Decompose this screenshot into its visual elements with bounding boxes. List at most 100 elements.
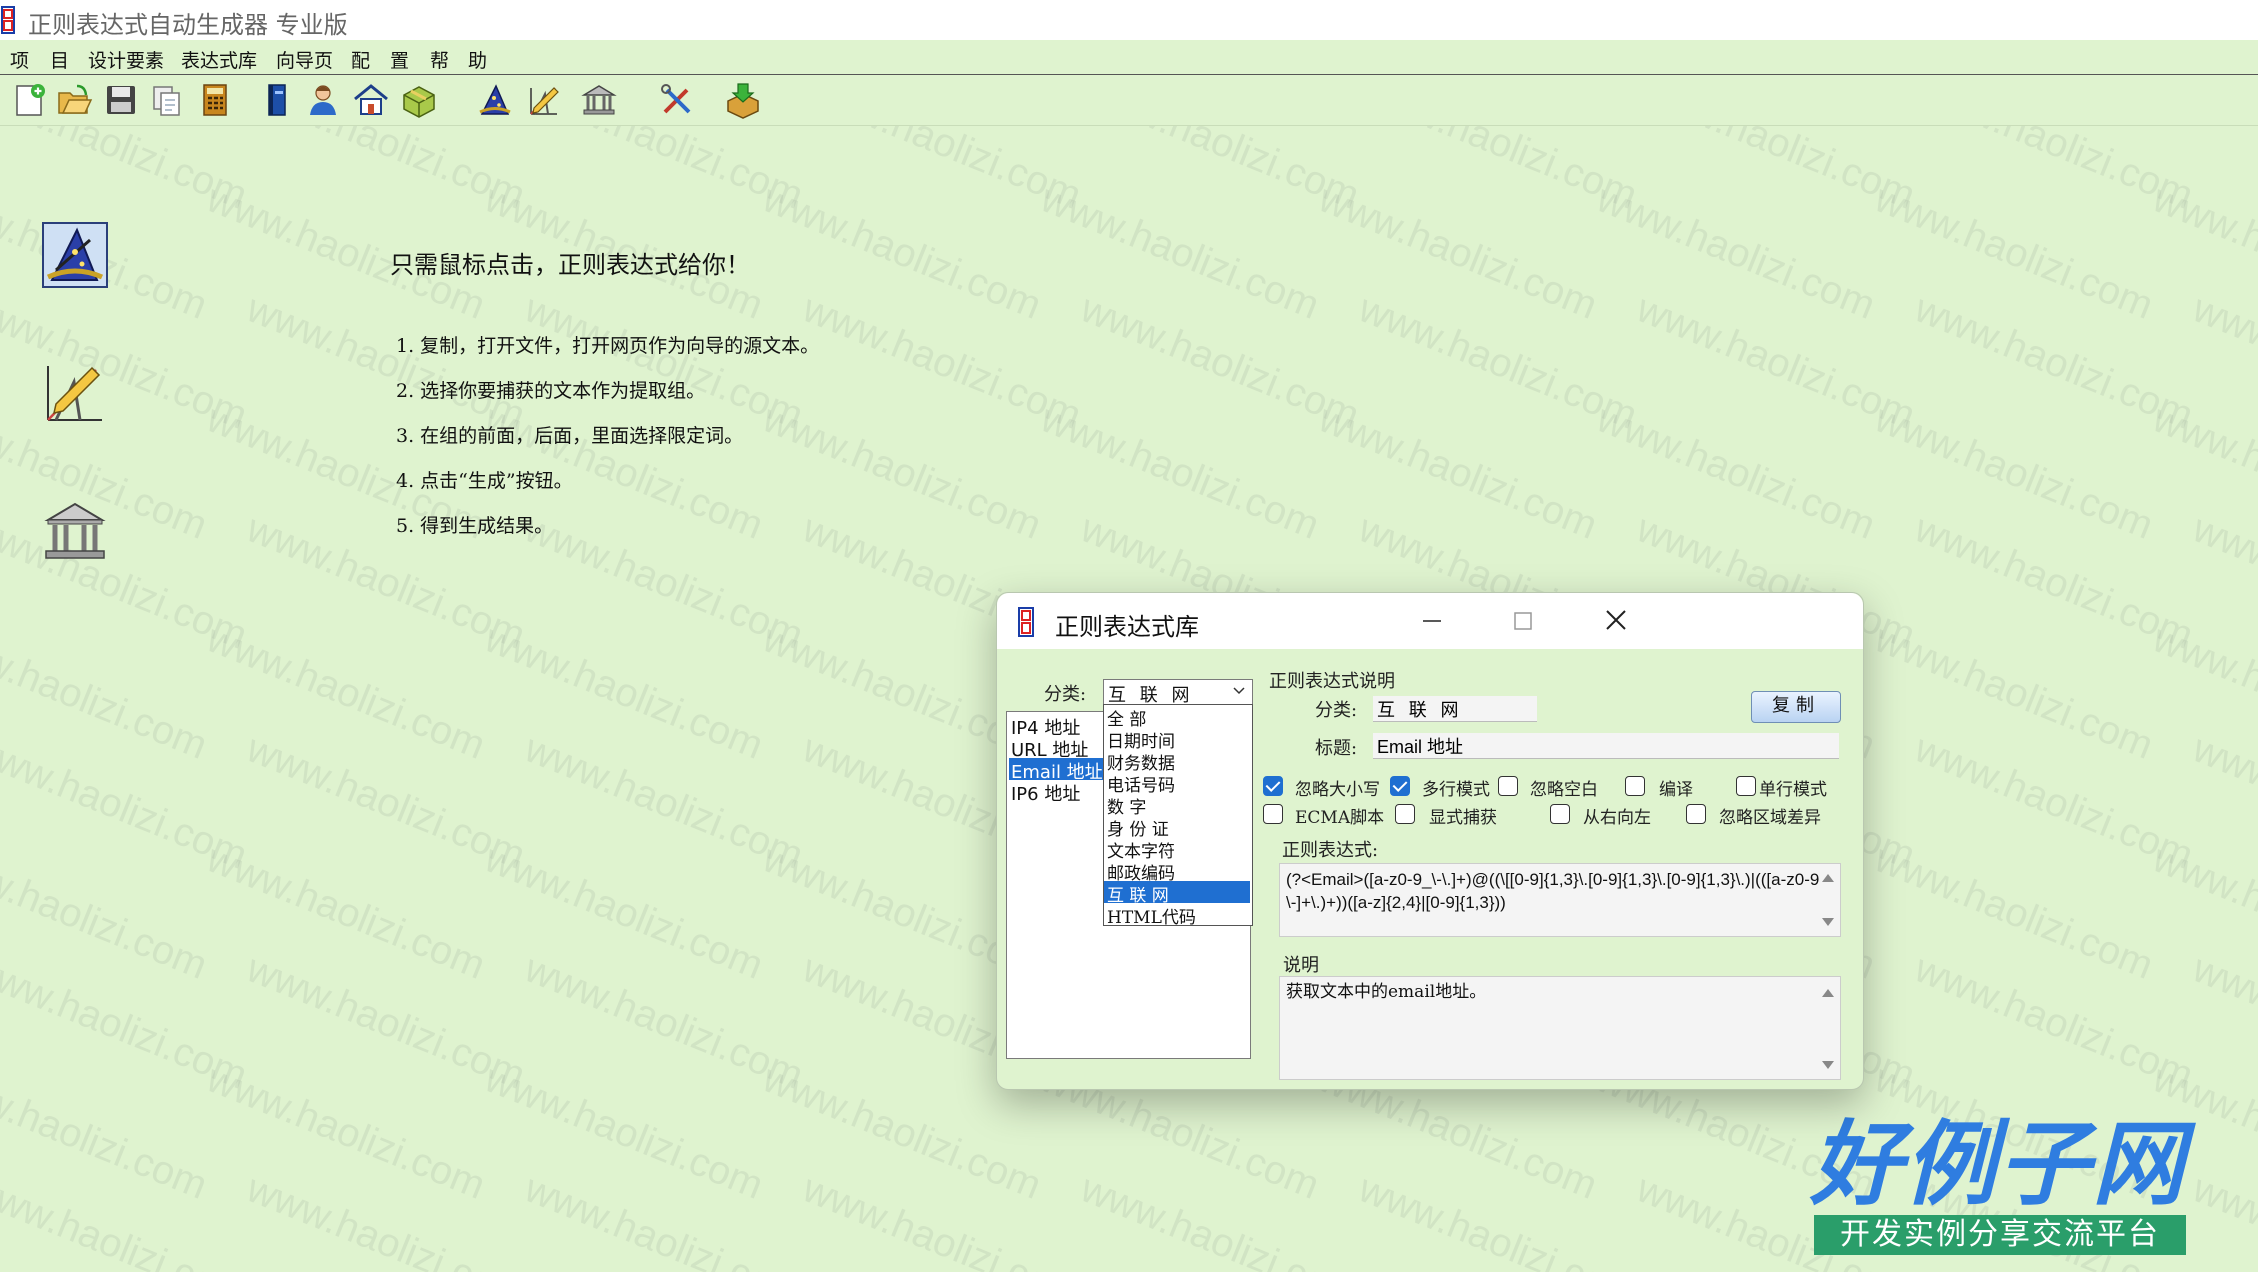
maximize-button[interactable] xyxy=(1493,603,1553,639)
watermark-text: www.haolizi.com xyxy=(1312,396,1604,548)
dropdown-option[interactable]: 全 部 xyxy=(1104,705,1250,730)
watermark-text: www.haolizi.com xyxy=(0,946,254,1098)
package-icon[interactable] xyxy=(400,81,438,119)
watermark-text: www.haolizi.com xyxy=(478,616,770,768)
user-icon[interactable] xyxy=(304,81,342,119)
option-label: 编译 xyxy=(1659,780,1693,800)
option-ecma-checkbox[interactable] xyxy=(1263,804,1283,824)
dropdown-option[interactable]: 邮政编码 xyxy=(1104,859,1250,884)
scroll-up-arrow[interactable] xyxy=(1822,989,1834,997)
list-item[interactable]: IP4 地址 xyxy=(1009,714,1082,739)
menu-item-help-2[interactable]: 助 xyxy=(468,46,487,73)
category-select[interactable]: 互 联 网 xyxy=(1103,679,1253,706)
option-culture-invariant-checkbox[interactable] xyxy=(1686,804,1706,824)
option-label: 从右向左 xyxy=(1583,808,1651,828)
tools-icon[interactable] xyxy=(658,81,696,119)
dropdown-option[interactable]: 财务数据 xyxy=(1104,749,1250,774)
app-logo-icon xyxy=(1018,607,1034,637)
watermark-text: www.haolizi.com xyxy=(2186,946,2258,1098)
option-ignore-whitespace-checkbox[interactable] xyxy=(1498,776,1518,796)
wizard-hat-icon[interactable] xyxy=(42,222,108,288)
download-box-icon[interactable] xyxy=(724,81,762,119)
copy-button[interactable]: 复制 xyxy=(1751,691,1841,723)
scroll-up-arrow[interactable] xyxy=(1822,874,1834,882)
option-explicit-capture-checkbox[interactable] xyxy=(1395,804,1415,824)
watermark-text: www.haolizi.com xyxy=(1034,176,1326,328)
watermark-text: www.haolizi.com xyxy=(200,616,492,768)
menu-item-config-1[interactable]: 配 xyxy=(351,46,370,73)
scroll-down-arrow[interactable] xyxy=(1822,1061,1834,1069)
watermark-text: www.haolizi.com xyxy=(240,946,532,1098)
menu-item-config-2[interactable]: 置 xyxy=(390,46,409,73)
watermark-text: www.haolizi.com xyxy=(1074,286,1366,438)
watermark-text: www.haolizi.com xyxy=(2186,1166,2258,1272)
library-building-icon[interactable] xyxy=(580,81,618,119)
subject-field[interactable] xyxy=(1373,733,1839,759)
watermark-text: www.haolizi.com xyxy=(0,506,254,658)
watermark-text: www.haolizi.com xyxy=(0,286,254,438)
app-titlebar: 正则表达式自动生成器 专业版 xyxy=(0,0,2258,40)
app-title: 正则表达式自动生成器 专业版 xyxy=(28,11,348,39)
watermark-text: www.haolizi.com xyxy=(796,286,1088,438)
subject-label: 标题: xyxy=(1315,738,1358,759)
dropdown-option[interactable]: 文本字符 xyxy=(1104,837,1250,862)
book-icon[interactable] xyxy=(258,81,296,119)
menu-item-expression-library[interactable]: 表达式库 xyxy=(181,46,257,73)
option-multiline-checkbox[interactable] xyxy=(1390,776,1410,796)
watermark-text: www.haolizi.com xyxy=(1590,396,1882,548)
menu-item-project-1[interactable]: 项 xyxy=(10,46,29,73)
open-folder-icon[interactable] xyxy=(55,81,93,119)
dropdown-option[interactable]: 互 联 网 xyxy=(1104,881,1250,906)
dropdown-option[interactable]: 身 份 证 xyxy=(1104,815,1250,840)
instruction-step: 2. 选择你要捕获的文本作为提取组。 xyxy=(396,380,706,402)
watermark-text: www.haolizi.com xyxy=(2146,396,2258,548)
new-file-icon[interactable] xyxy=(10,81,48,119)
regex-textarea[interactable]: (?<Email>([a-z0-9_\-\.]+)@((\[[0-9]{1,3}… xyxy=(1279,863,1841,937)
dropdown-option[interactable]: 数 字 xyxy=(1104,793,1250,818)
watermark-text: www.haolizi.com xyxy=(478,836,770,988)
drafting-tools-icon[interactable] xyxy=(42,360,108,426)
option-right-to-left-checkbox[interactable] xyxy=(1550,804,1570,824)
description-textarea[interactable]: 获取文本中的email地址。 xyxy=(1279,976,1841,1080)
watermark-text: www.haolizi.com xyxy=(518,1166,810,1272)
scroll-down-arrow[interactable] xyxy=(1822,918,1834,926)
watermark-text: www.haolizi.com xyxy=(0,726,254,878)
save-disk-icon[interactable] xyxy=(102,81,140,119)
watermark-text: www.haolizi.com xyxy=(1908,726,2200,878)
library-building-icon[interactable] xyxy=(42,498,108,564)
watermark-text: www.haolizi.com xyxy=(2146,616,2258,768)
list-item[interactable]: Email 地址 xyxy=(1009,758,1105,783)
detail-category-field[interactable] xyxy=(1373,696,1537,722)
watermark-text: www.haolizi.com xyxy=(1868,396,2160,548)
watermark-text: www.haolizi.com xyxy=(1312,176,1604,328)
copy-pages-icon[interactable] xyxy=(148,81,186,119)
dialog-titlebar[interactable]: 正则表达式库 xyxy=(997,593,1863,649)
dropdown-option[interactable]: 电话号码 xyxy=(1104,771,1250,796)
option-singleline-checkbox[interactable] xyxy=(1736,776,1756,796)
menu-item-help-1[interactable]: 帮 xyxy=(430,46,449,73)
watermark-text: www.haolizi.com xyxy=(1868,616,2160,768)
home-icon[interactable] xyxy=(352,81,390,119)
drafting-tools-icon[interactable] xyxy=(526,81,564,119)
watermark-text: www.haolizi.com xyxy=(200,836,492,988)
dropdown-option[interactable]: 日期时间 xyxy=(1104,727,1250,752)
option-ignore-case-checkbox[interactable] xyxy=(1263,776,1283,796)
menu-bar: 项 目 设计要素 表达式库 向导页 配 置 帮 助 xyxy=(0,40,2258,75)
minimize-button[interactable] xyxy=(1401,603,1461,639)
calculator-icon[interactable] xyxy=(196,81,234,119)
watermark-text: www.haolizi.com xyxy=(240,726,532,878)
brand-logo: 好例子网 开发实例分享交流平台 xyxy=(1810,1115,2190,1265)
option-compiled-checkbox[interactable] xyxy=(1625,776,1645,796)
list-item[interactable]: URL 地址 xyxy=(1009,736,1090,761)
menu-item-wizard[interactable]: 向导页 xyxy=(276,46,333,73)
dropdown-option[interactable]: HTML代码 xyxy=(1104,903,1250,928)
menu-item-project-2[interactable]: 目 xyxy=(50,46,69,73)
description-text: 获取文本中的email地址。 xyxy=(1286,982,1487,1002)
category-dropdown[interactable]: 全 部 日期时间 财务数据 电话号码 数 字 身 份 证 文本字符 邮政编码 互… xyxy=(1103,704,1253,928)
wizard-hat-icon[interactable] xyxy=(476,81,514,119)
watermark-text: www.haolizi.com xyxy=(1908,286,2200,438)
watermark-text: www.haolizi.com xyxy=(2186,726,2258,878)
close-button[interactable] xyxy=(1585,603,1645,639)
list-item[interactable]: IP6 地址 xyxy=(1009,780,1082,805)
menu-item-design-elements[interactable]: 设计要素 xyxy=(88,46,164,73)
